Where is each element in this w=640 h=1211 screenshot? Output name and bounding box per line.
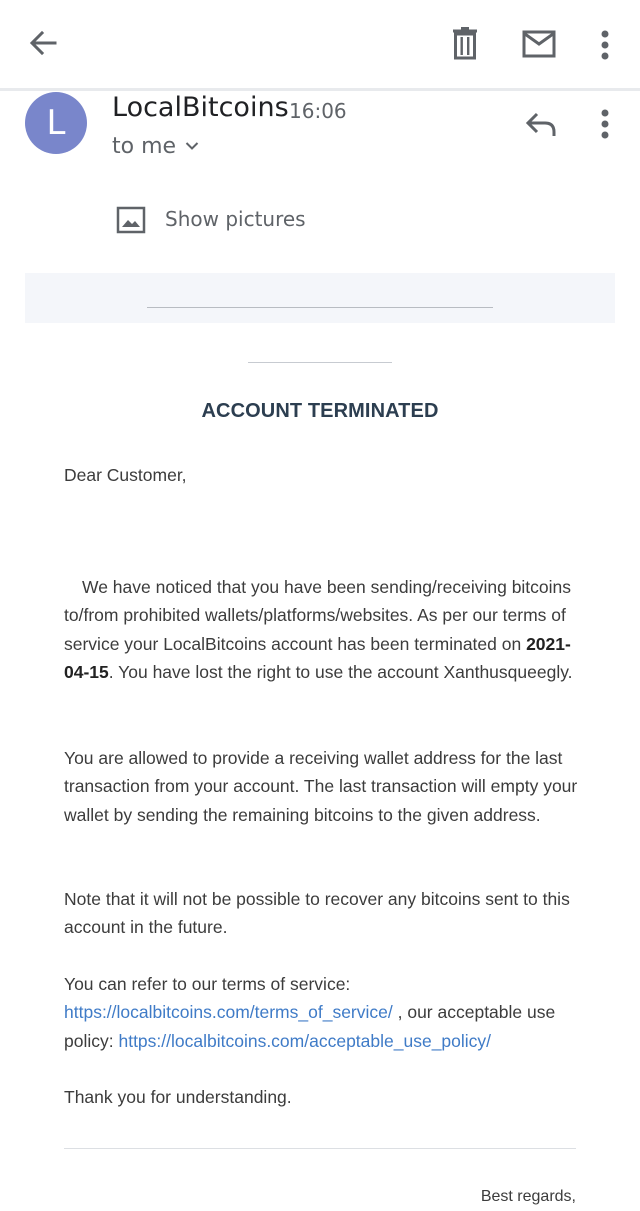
show-pictures-link[interactable]: Show pictures xyxy=(165,207,306,231)
p1-text-end: . You have lost the right to use the acc… xyxy=(108,661,573,682)
signoff: Best regards, xyxy=(480,1188,576,1205)
paragraph-wallet-address: You are allowed to provide a receiving w… xyxy=(64,748,578,825)
chevron-down-icon[interactable] xyxy=(185,141,199,151)
message-more-options-button[interactable] xyxy=(599,109,611,139)
trash-icon xyxy=(453,27,477,60)
paragraph-recovery-note: Note that it will not be possible to rec… xyxy=(64,889,570,938)
sender-avatar[interactable]: L xyxy=(25,92,87,154)
greeting: Dear Customer, xyxy=(64,465,187,485)
thanks-line: Thank you for understanding. xyxy=(64,1087,292,1107)
heading-divider xyxy=(248,362,392,363)
back-button[interactable] xyxy=(28,28,58,58)
reply-button[interactable] xyxy=(525,112,557,138)
paragraph-termination-notice: We have noticed that you have been sendi… xyxy=(64,573,584,686)
email-banner xyxy=(25,273,615,323)
more-options-button[interactable] xyxy=(599,30,611,60)
more-vert-icon xyxy=(601,30,609,60)
more-vert-icon xyxy=(601,109,609,139)
acceptable-use-policy-link[interactable]: https://localbitcoins.com/acceptable_use… xyxy=(118,1031,491,1051)
p1-text-start: We have noticed that you have been sendi… xyxy=(64,577,572,654)
p4-intro: You can refer to our terms of service: xyxy=(64,974,351,994)
top-app-bar xyxy=(0,0,640,88)
sender-name: LocalBitcoins xyxy=(112,92,289,123)
delete-button[interactable] xyxy=(451,27,479,60)
mark-unread-button[interactable] xyxy=(522,30,556,58)
paragraph-policies: You can refer to our terms of service: ht… xyxy=(64,970,584,1055)
mail-icon xyxy=(522,30,556,58)
image-icon[interactable] xyxy=(116,206,146,234)
recipient-details-toggle[interactable]: to me xyxy=(112,134,176,159)
toolbar-divider xyxy=(0,88,640,91)
footer-divider xyxy=(64,1148,576,1149)
email-heading: ACCOUNT TERMINATED xyxy=(201,400,439,422)
message-time: 16:06 xyxy=(289,99,347,123)
banner-divider xyxy=(147,307,493,308)
arrow-left-icon xyxy=(29,30,57,56)
reply-icon xyxy=(525,112,556,136)
terms-of-service-link[interactable]: https://localbitcoins.com/terms_of_servi… xyxy=(64,1002,393,1022)
